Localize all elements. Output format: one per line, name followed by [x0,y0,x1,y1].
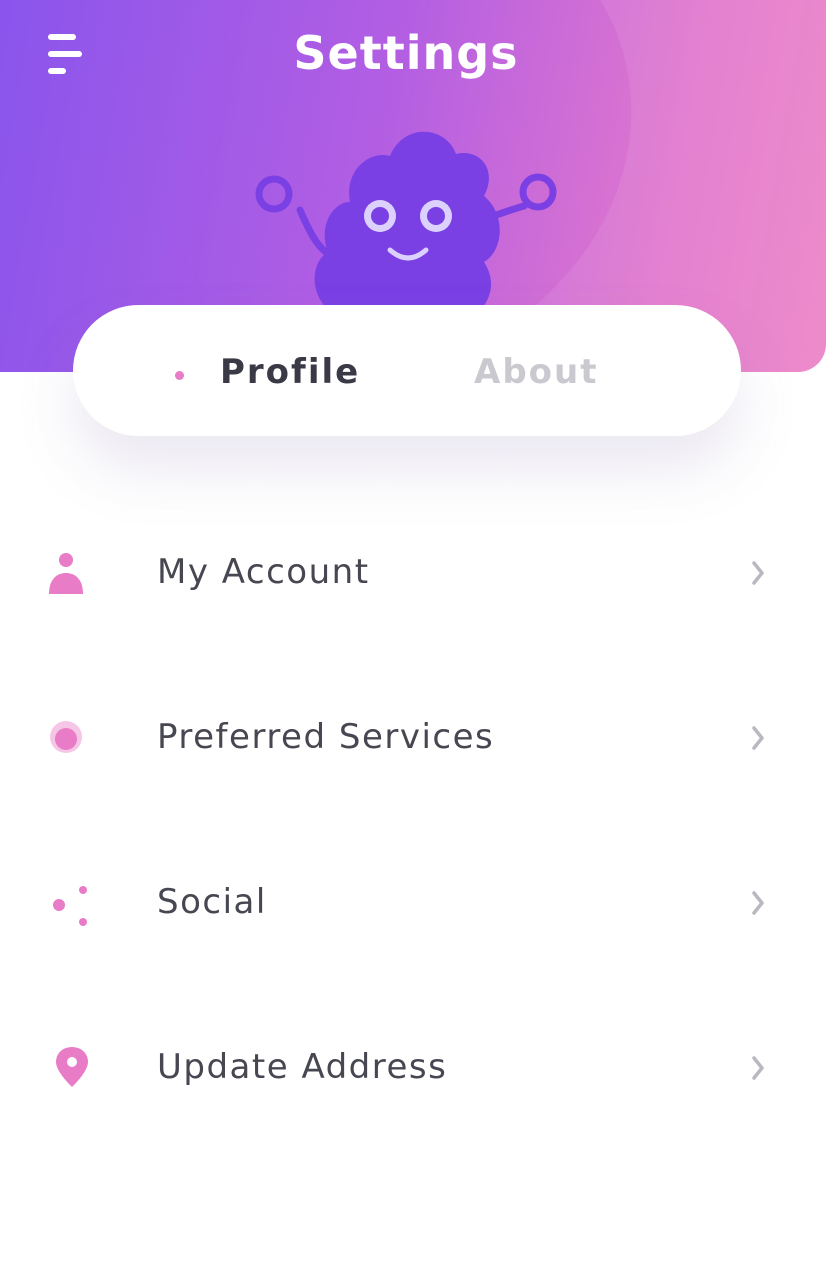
menu-item-preferred-services[interactable]: Preferred Services [0,683,826,793]
services-icon [50,721,82,753]
menu-item-label: My Account [157,552,370,592]
user-icon [49,553,83,594]
active-tab-indicator [175,371,184,380]
location-pin-icon [56,1047,88,1087]
chevron-right-icon [752,561,764,585]
menu-item-my-account[interactable]: My Account [0,518,826,628]
menu-item-label: Preferred Services [157,717,495,757]
chevron-right-icon [752,1056,764,1080]
menu-item-update-address[interactable]: Update Address [0,1013,826,1123]
menu-item-label: Update Address [157,1047,448,1087]
tab-profile[interactable]: Profile [220,352,360,392]
chevron-right-icon [752,726,764,750]
page-title: Settings [293,26,519,80]
tab-about[interactable]: About [474,352,598,392]
menu-item-label: Social [157,882,267,922]
social-icon [53,886,87,926]
tab-switcher [73,305,741,436]
menu-item-social[interactable]: Social [0,848,826,958]
chevron-right-icon [752,891,764,915]
